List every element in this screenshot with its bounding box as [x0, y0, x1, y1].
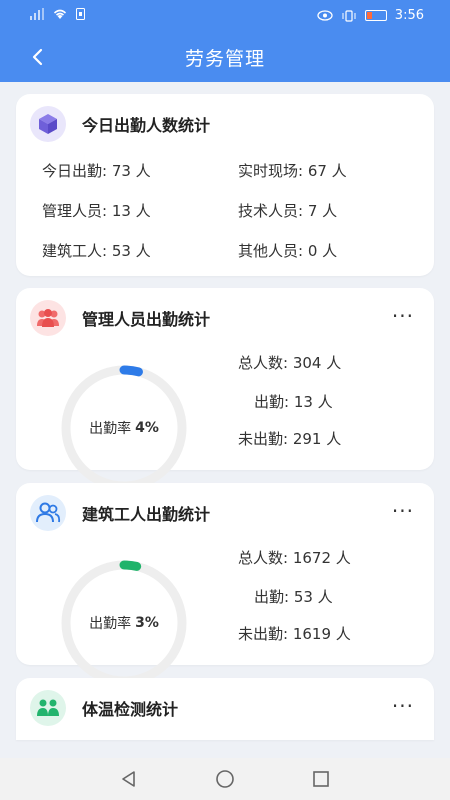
rate-caption: 出勤率 [89, 421, 132, 437]
rate-caption: 出勤率 [89, 616, 132, 632]
stat-managers: 管理人员: 13 人 [42, 202, 151, 220]
card-title: 建筑工人出勤统计 [82, 505, 211, 524]
square-recents-icon [313, 771, 329, 787]
today-attendance-card: 今日出勤人数统计 今日出勤: 73 人 实时现场: 67 人 管理人员: 13 … [16, 94, 434, 276]
users-icon [30, 495, 66, 531]
page-title: 劳务管理 [184, 48, 265, 70]
rate-label: 出勤率 4% [60, 364, 188, 492]
system-nav-bar [0, 758, 450, 800]
stat-today-present: 今日出勤: 73 人 [42, 162, 151, 180]
stat-total: 总人数: 304 人 [238, 354, 342, 372]
cube-icon [30, 106, 66, 142]
sim-icon [76, 8, 85, 20]
card-header: 体温检测统计 ··· [30, 690, 420, 726]
vibrate-icon [342, 9, 356, 22]
signal-icon [30, 8, 44, 20]
card-title: 管理人员出勤统计 [82, 310, 211, 329]
status-bar: 3:56 [0, 0, 450, 32]
temperature-card: 体温检测统计 ··· [16, 678, 434, 740]
more-button[interactable]: ··· [392, 694, 414, 718]
people-icon [30, 690, 66, 726]
nav-back-button[interactable] [116, 766, 142, 792]
rate-value: 3% [135, 615, 159, 631]
attendance-rate-ring: 出勤率 3% [60, 559, 188, 687]
card-header: 建筑工人出勤统计 ··· [30, 495, 420, 531]
battery-icon [364, 10, 387, 21]
nav-recents-button[interactable] [308, 766, 334, 792]
stat-present: 出勤: 13 人 [254, 393, 333, 411]
card-title: 体温检测统计 [82, 700, 179, 719]
worker-attendance-card: 建筑工人出勤统计 ··· 出勤率 3% 总人数: 1672 人 出勤: 53 人… [16, 483, 434, 686]
card-header: 今日出勤人数统计 [30, 106, 420, 142]
wifi-icon [53, 9, 67, 19]
stat-absent: 未出勤: 1619 人 [238, 625, 351, 643]
rate-label: 出勤率 3% [60, 559, 188, 687]
manager-attendance-card: 管理人员出勤统计 ··· 出勤率 4% 总人数: 304 人 出勤: 13 人 … [16, 288, 434, 491]
rate-value: 4% [135, 420, 159, 436]
eye-icon [317, 10, 333, 21]
stat-technicians: 技术人员: 7 人 [238, 202, 338, 220]
stat-absent: 未出勤: 291 人 [238, 430, 342, 448]
stat-total: 总人数: 1672 人 [238, 549, 351, 567]
status-right-icons: 3:56 [317, 8, 424, 23]
stat-others: 其他人员: 0 人 [238, 242, 338, 260]
stat-workers: 建筑工人: 53 人 [42, 242, 151, 260]
more-button[interactable]: ··· [392, 499, 414, 523]
attendance-rate-ring: 出勤率 4% [60, 364, 188, 492]
triangle-back-icon [122, 771, 135, 787]
card-title: 今日出勤人数统计 [82, 116, 211, 135]
status-time: 3:56 [394, 8, 424, 23]
card-header: 管理人员出勤统计 ··· [30, 300, 420, 336]
more-button[interactable]: ··· [392, 304, 414, 328]
circle-home-icon [216, 770, 234, 788]
stat-onsite: 实时现场: 67 人 [238, 162, 347, 180]
group-icon [30, 300, 66, 336]
status-left-icons [30, 8, 85, 20]
nav-home-button[interactable] [212, 766, 238, 792]
app-bar: 劳务管理 [0, 32, 450, 82]
stat-present: 出勤: 53 人 [254, 588, 333, 606]
